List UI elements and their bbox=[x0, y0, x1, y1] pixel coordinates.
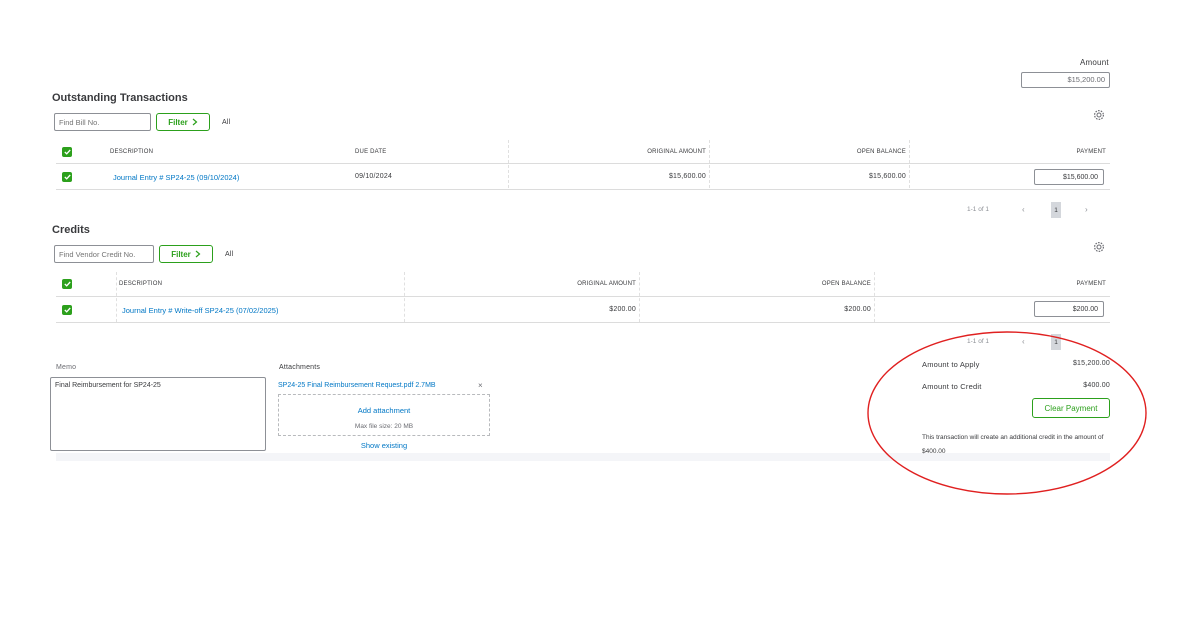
col-original-amount: ORIGINAL AMOUNT bbox=[577, 281, 636, 287]
prev-page-button[interactable]: ‹ bbox=[1022, 205, 1025, 214]
column-divider bbox=[639, 272, 640, 322]
checkmark-icon bbox=[63, 281, 71, 287]
attachment-file-link[interactable]: SP24-25 Final Reimbursement Request.pdf … bbox=[278, 382, 436, 389]
gear-icon[interactable] bbox=[1093, 109, 1105, 121]
row-original-amount: $200.00 bbox=[609, 306, 636, 313]
gear-icon[interactable] bbox=[1093, 241, 1105, 253]
select-all-credits-checkbox[interactable] bbox=[62, 279, 72, 289]
col-open-balance: OPEN BALANCE bbox=[821, 281, 871, 287]
checkmark-icon bbox=[63, 149, 71, 155]
pagination-range: 1-1 of 1 bbox=[967, 206, 990, 213]
next-page-button[interactable]: › bbox=[1085, 205, 1088, 214]
vendor-credit-search-input[interactable] bbox=[54, 245, 154, 263]
bill-search-input[interactable] bbox=[54, 113, 151, 131]
col-description: DESCRIPTION bbox=[119, 281, 163, 287]
col-open-balance: OPEN BALANCE bbox=[856, 149, 906, 155]
row-due-date: 09/10/2024 bbox=[355, 173, 393, 180]
divider bbox=[56, 189, 1110, 190]
row-description-link[interactable]: Journal Entry # SP24-25 (09/10/2024) bbox=[113, 173, 239, 182]
credits-all-link[interactable]: All bbox=[225, 251, 233, 258]
col-payment: PAYMENT bbox=[1076, 149, 1106, 155]
col-original-amount: ORIGINAL AMOUNT bbox=[647, 149, 706, 155]
outstanding-filter-button[interactable]: Filter bbox=[156, 113, 210, 131]
row-description-link[interactable]: Journal Entry # Write-off SP24-25 (07/02… bbox=[122, 306, 278, 315]
col-payment: PAYMENT bbox=[1076, 281, 1106, 287]
page-number[interactable]: 1 bbox=[1051, 202, 1061, 218]
row-open-balance: $200.00 bbox=[844, 306, 871, 313]
select-all-outstanding-checkbox[interactable] bbox=[62, 147, 72, 157]
add-attachment-link[interactable]: Add attachment bbox=[278, 406, 490, 415]
column-divider bbox=[874, 272, 875, 322]
divider bbox=[56, 296, 1110, 297]
row-original-amount: $15,600.00 bbox=[668, 173, 706, 180]
checkmark-icon bbox=[63, 174, 71, 180]
row-payment-input[interactable]: $200.00 bbox=[1034, 301, 1104, 317]
col-due-date: DUE DATE bbox=[355, 149, 387, 155]
highlight-ellipse bbox=[867, 331, 1147, 495]
divider bbox=[56, 163, 1110, 164]
amount-input[interactable]: $15,200.00 bbox=[1021, 72, 1110, 88]
memo-label: Memo bbox=[56, 364, 77, 371]
attachments-label: Attachments bbox=[279, 364, 321, 371]
close-icon[interactable]: × bbox=[478, 381, 483, 390]
column-divider bbox=[116, 272, 117, 322]
column-divider bbox=[508, 140, 509, 188]
column-divider bbox=[709, 140, 710, 188]
filter-label: Filter bbox=[168, 117, 188, 127]
memo-textarea[interactable]: Final Reimbursement for SP24-25 bbox=[50, 377, 266, 451]
chevron-right-icon bbox=[192, 118, 198, 126]
column-divider bbox=[404, 272, 405, 322]
chevron-right-icon bbox=[195, 250, 201, 258]
amount-label: Amount bbox=[1080, 58, 1109, 67]
row-payment-input[interactable]: $15,600.00 bbox=[1034, 169, 1104, 185]
row-checkbox[interactable] bbox=[62, 172, 72, 182]
row-checkbox[interactable] bbox=[62, 305, 72, 315]
filter-label: Filter bbox=[171, 249, 191, 259]
credits-filter-button[interactable]: Filter bbox=[159, 245, 213, 263]
credits-title: Credits bbox=[52, 224, 90, 236]
max-file-size: Max file size: 20 MB bbox=[354, 423, 414, 430]
show-existing-link[interactable]: Show existing bbox=[278, 441, 490, 450]
column-divider bbox=[909, 140, 910, 188]
divider bbox=[56, 322, 1110, 323]
outstanding-title: Outstanding Transactions bbox=[52, 92, 188, 104]
col-description: DESCRIPTION bbox=[110, 149, 154, 155]
row-open-balance: $15,600.00 bbox=[868, 173, 906, 180]
checkmark-icon bbox=[63, 307, 71, 313]
outstanding-all-link[interactable]: All bbox=[222, 119, 230, 126]
